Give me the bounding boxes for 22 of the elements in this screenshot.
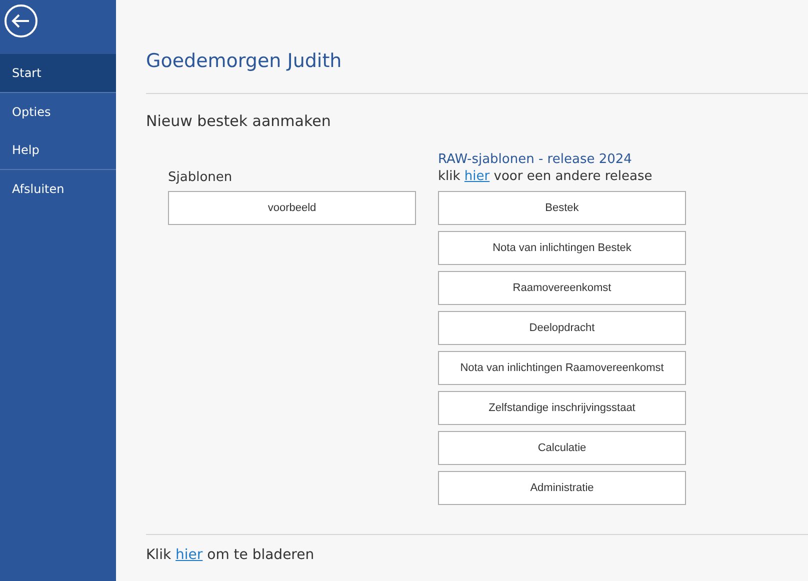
release-link[interactable]: hier [464, 169, 490, 184]
sidebar-item[interactable]: Afsluiten [0, 170, 116, 208]
release-note: klik hier voor een andere release [438, 168, 654, 185]
template-button[interactable]: voorbeeld [168, 191, 416, 225]
section-title: Nieuw bestek aanmaken [146, 111, 332, 131]
template-button[interactable]: Calculatie [438, 431, 686, 465]
column-heading: Sjablonen [168, 170, 232, 185]
sidebar-item[interactable]: Opties [0, 93, 116, 131]
greeting: Goedemorgen Judith [146, 49, 343, 74]
column-heading: RAW-sjablonen - release 2024 [438, 151, 633, 168]
template-button[interactable]: Nota van inlichtingen Bestek [438, 231, 686, 265]
browse-text: Klik hier om te bladeren [146, 546, 316, 565]
template-button[interactable]: Administratie [438, 471, 686, 505]
back-button[interactable] [4, 4, 38, 38]
sidebar-item[interactable]: Help [0, 131, 116, 170]
template-button[interactable]: Deelopdracht [438, 311, 686, 345]
template-button[interactable]: Zelfstandige inschrijvingsstaat [438, 391, 686, 425]
sidebar-item[interactable]: Start [0, 54, 116, 93]
template-button[interactable]: Nota van inlichtingen Raamovereenkomst [438, 351, 686, 385]
template-button[interactable]: Raamovereenkomst [438, 271, 686, 305]
browse-link[interactable]: hier [176, 547, 203, 563]
template-button[interactable]: Bestek [438, 191, 686, 225]
